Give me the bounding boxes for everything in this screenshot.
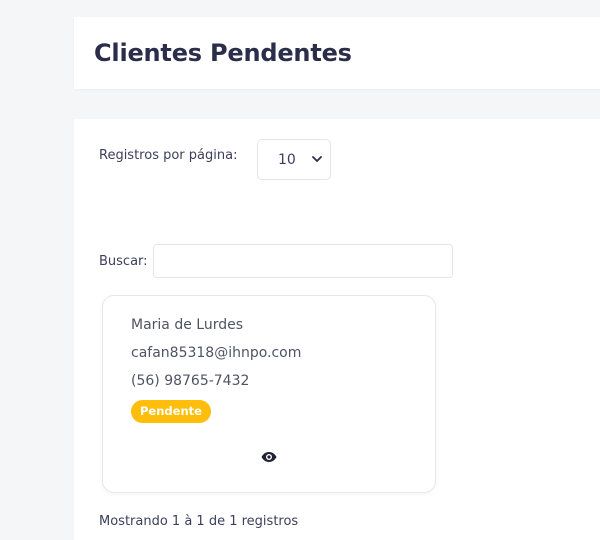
header-card: Clientes Pendentes xyxy=(74,17,600,89)
client-name: Maria de Lurdes xyxy=(131,317,244,333)
pagination-info: Mostrando 1 à 1 de 1 registros xyxy=(99,514,299,529)
status-badge: Pendente xyxy=(131,400,211,423)
client-card: Maria de Lurdes cafan85318@ihnpo.com (56… xyxy=(102,295,436,493)
per-page-label: Registros por página: xyxy=(99,148,238,163)
search-label: Buscar: xyxy=(99,254,148,269)
per-page-value: 10 xyxy=(278,152,296,168)
search-input[interactable] xyxy=(153,244,453,278)
content-card: Registros por página: 10 Buscar: Maria d… xyxy=(74,119,600,540)
eye-icon xyxy=(261,452,277,462)
chevron-down-icon xyxy=(312,156,322,162)
page-title: Clientes Pendentes xyxy=(94,39,352,67)
client-email: cafan85318@ihnpo.com xyxy=(131,345,302,361)
client-phone: (56) 98765-7432 xyxy=(131,373,250,389)
view-client-button[interactable] xyxy=(259,448,279,466)
per-page-select[interactable]: 10 xyxy=(257,139,331,180)
page: Clientes Pendentes Registros por página:… xyxy=(0,0,600,540)
